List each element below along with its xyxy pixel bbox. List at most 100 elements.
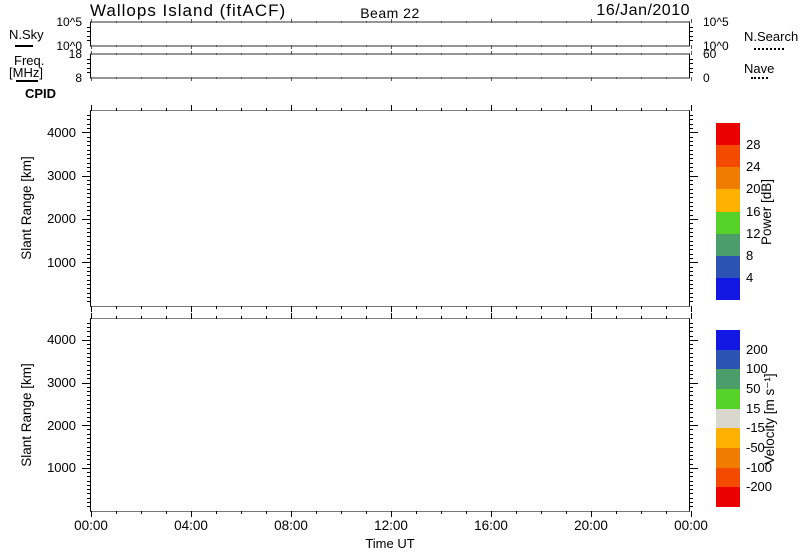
tick-mark bbox=[689, 145, 693, 146]
tick-mark bbox=[689, 228, 693, 229]
colorbar-tick-label: 50 bbox=[746, 381, 760, 397]
tick-mark bbox=[566, 77, 567, 79]
tick-mark bbox=[87, 502, 91, 503]
tick-mark bbox=[591, 45, 592, 49]
tick-mark bbox=[141, 45, 142, 47]
nave-label: Nave bbox=[744, 61, 774, 76]
tick-mark bbox=[191, 19, 192, 23]
colorbar-segment bbox=[716, 278, 740, 300]
tick-mark bbox=[416, 306, 417, 309]
tick-mark bbox=[191, 511, 192, 517]
tick-mark bbox=[191, 77, 192, 81]
tick-mark bbox=[689, 442, 693, 443]
tick-mark bbox=[87, 280, 91, 281]
tick-mark bbox=[366, 108, 367, 111]
tick-mark bbox=[87, 506, 91, 507]
tick-mark bbox=[266, 306, 267, 309]
tick-mark bbox=[491, 77, 492, 81]
tick-mark bbox=[341, 53, 342, 55]
tick-mark bbox=[87, 400, 91, 401]
tick-mark bbox=[691, 45, 692, 49]
tick-mark bbox=[689, 150, 693, 151]
tick-mark bbox=[266, 45, 267, 47]
tick-mark bbox=[87, 245, 91, 246]
tick-mark bbox=[689, 271, 693, 272]
tick-mark bbox=[87, 171, 91, 172]
tick-mark bbox=[689, 451, 693, 452]
tick-mark bbox=[316, 316, 317, 319]
tick-mark bbox=[689, 284, 693, 285]
tick-mark bbox=[191, 313, 192, 319]
tick-mark bbox=[689, 176, 698, 177]
tick-mark bbox=[291, 511, 292, 517]
tick-mark bbox=[491, 105, 492, 111]
tick-mark bbox=[591, 19, 592, 23]
tick-mark bbox=[166, 511, 167, 514]
tick-mark bbox=[541, 77, 542, 79]
tick-mark bbox=[87, 331, 91, 332]
tick-mark bbox=[689, 223, 693, 224]
tick-mark bbox=[82, 176, 91, 177]
tick-mark bbox=[689, 254, 693, 255]
tick-mark bbox=[166, 53, 167, 55]
tick-mark bbox=[689, 348, 693, 349]
tick-mark bbox=[466, 53, 467, 55]
tick-mark bbox=[689, 447, 693, 448]
tick-mark bbox=[441, 511, 442, 514]
tick-mark bbox=[241, 45, 242, 47]
axis-tick-label: 0 bbox=[703, 71, 710, 85]
tick-mark bbox=[689, 197, 693, 198]
axis-tick-label: 1000 bbox=[34, 255, 76, 271]
tick-mark bbox=[689, 202, 693, 203]
tick-mark bbox=[691, 105, 692, 111]
tick-mark bbox=[689, 124, 693, 125]
tick-mark bbox=[216, 306, 217, 309]
tick-mark bbox=[116, 511, 117, 514]
tick-mark bbox=[491, 45, 492, 49]
tick-mark bbox=[241, 316, 242, 319]
velocity-colorbar: 2001005015-15-50-100-200 bbox=[716, 330, 740, 507]
tick-mark bbox=[191, 45, 192, 49]
freq-solid-line-legend bbox=[16, 80, 38, 82]
tick-mark bbox=[689, 180, 693, 181]
tick-mark bbox=[87, 455, 91, 456]
tick-mark bbox=[689, 489, 693, 490]
colorbar-segment bbox=[716, 369, 740, 389]
tick-mark bbox=[591, 306, 592, 312]
tick-mark bbox=[516, 108, 517, 111]
tick-mark bbox=[689, 297, 693, 298]
tick-mark bbox=[266, 108, 267, 111]
tick-mark bbox=[82, 262, 91, 263]
tick-mark bbox=[87, 180, 91, 181]
tick-mark bbox=[689, 236, 693, 237]
tick-mark bbox=[241, 108, 242, 111]
tick-mark bbox=[87, 395, 91, 396]
tick-mark bbox=[689, 31, 693, 32]
panel-power-plot: 1000200030004000 bbox=[90, 110, 690, 307]
tick-mark bbox=[689, 141, 693, 142]
tick-mark bbox=[541, 108, 542, 111]
tick-mark bbox=[689, 425, 698, 426]
tick-mark bbox=[82, 425, 91, 426]
tick-mark bbox=[266, 316, 267, 319]
tick-mark bbox=[689, 27, 693, 28]
tick-mark bbox=[466, 21, 467, 23]
tick-mark bbox=[87, 365, 91, 366]
tick-mark bbox=[166, 108, 167, 111]
tick-mark bbox=[87, 189, 91, 190]
tick-mark bbox=[541, 511, 542, 514]
tick-mark bbox=[341, 306, 342, 309]
tick-mark bbox=[87, 451, 91, 452]
tick-mark bbox=[87, 63, 91, 64]
tick-mark bbox=[87, 223, 91, 224]
tick-mark bbox=[87, 267, 91, 268]
tick-mark bbox=[87, 429, 91, 430]
tick-mark bbox=[541, 45, 542, 47]
tick-mark bbox=[516, 306, 517, 309]
tick-mark bbox=[689, 370, 693, 371]
power-colorbar-title: Power [dB] bbox=[759, 152, 775, 272]
tick-mark bbox=[216, 511, 217, 514]
tick-mark bbox=[441, 77, 442, 79]
tick-mark bbox=[291, 105, 292, 111]
tick-mark bbox=[216, 21, 217, 23]
